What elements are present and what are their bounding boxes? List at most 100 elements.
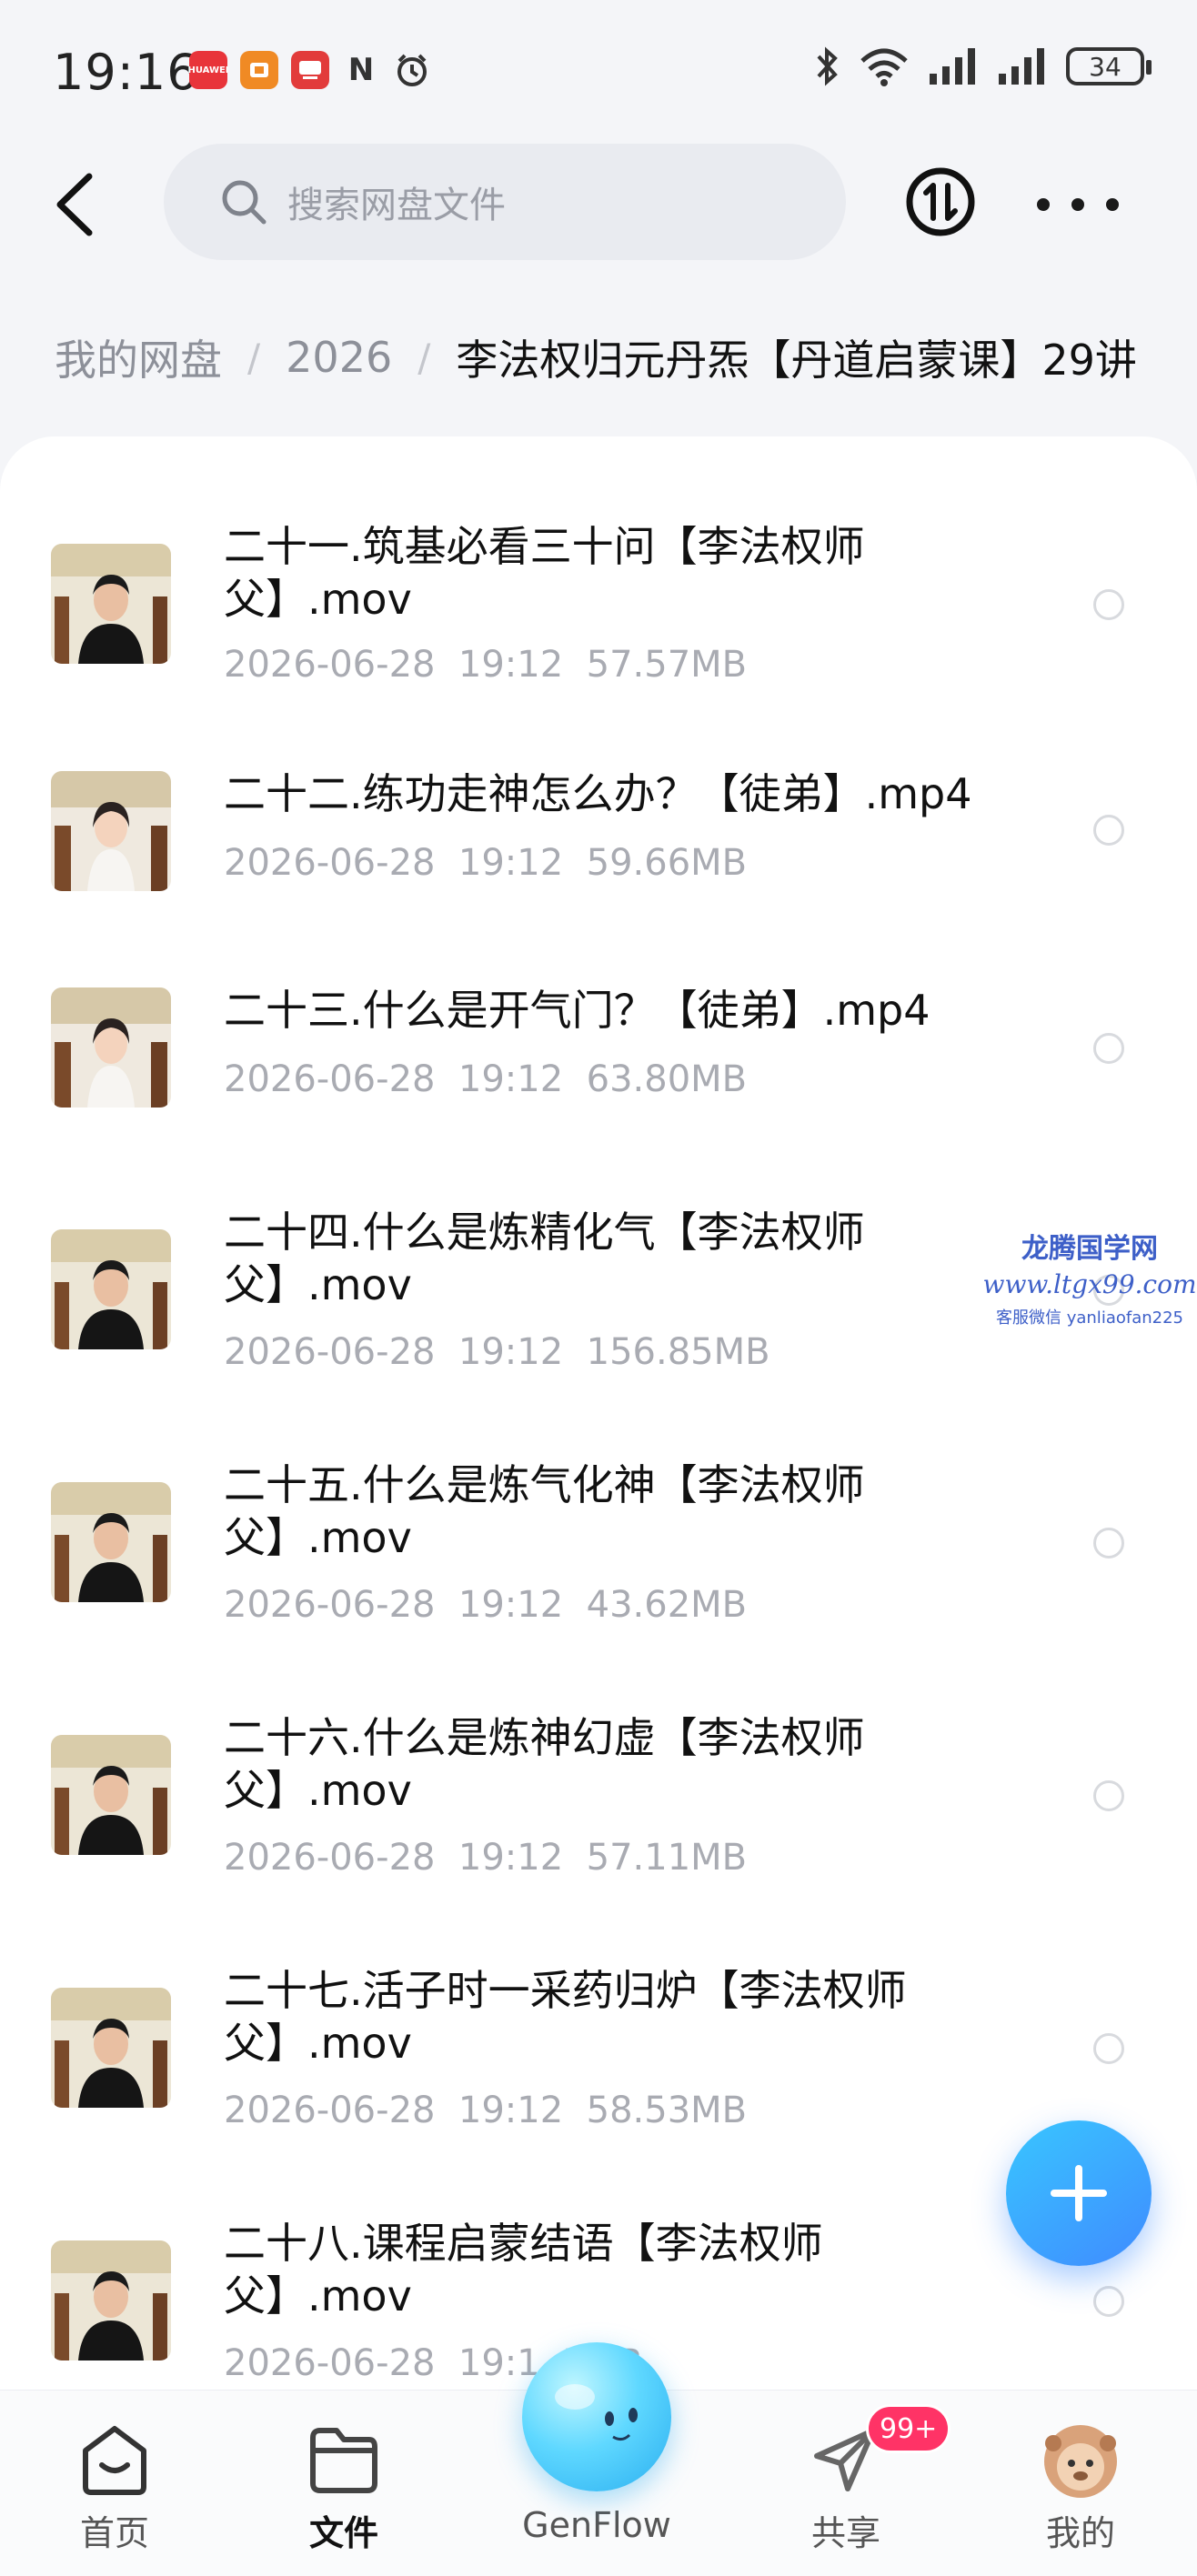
nav-label: GenFlow — [522, 2505, 671, 2545]
transfer-icon — [906, 167, 975, 236]
video-thumbnail — [51, 987, 171, 1108]
file-date: 2026-06-28 — [224, 1058, 436, 1100]
signal-icon — [930, 48, 975, 85]
genflow-button[interactable] — [522, 2342, 671, 2491]
file-date: 2026-06-28 — [224, 644, 436, 686]
file-date: 2026-06-28 — [224, 2342, 436, 2384]
alarm-icon — [393, 51, 431, 89]
search-placeholder: 搜索网盘文件 — [287, 185, 506, 226]
search-input[interactable]: 搜索网盘文件 — [164, 144, 846, 260]
signal-icon — [999, 48, 1044, 85]
add-button[interactable] — [1006, 2120, 1152, 2266]
file-date: 2026-06-28 — [224, 1584, 436, 1626]
file-size: 156.85MB — [586, 1331, 770, 1373]
status-indicators: 34 — [815, 45, 1152, 87]
more-dot-icon — [1106, 198, 1119, 211]
file-name: 二十三.什么是开气门？【徒弟】.mp4 — [224, 986, 930, 1035]
back-button[interactable] — [44, 164, 107, 246]
nav-label: 我的 — [1045, 2513, 1115, 2553]
nav-label: 共享 — [810, 2513, 880, 2553]
file-date: 2026-06-28 — [224, 1331, 436, 1373]
select-checkbox[interactable] — [1093, 2033, 1124, 2064]
avatar-icon — [1044, 2425, 1117, 2498]
file-meta: 2026-06-28 19:12 58.53MB — [224, 2090, 747, 2131]
bluetooth-icon — [817, 46, 838, 86]
status-app-icons: HUAWEI N — [187, 51, 431, 89]
nav-label: 文件 — [308, 2513, 378, 2553]
file-time: 19:12 — [458, 1837, 564, 1879]
file-meta: 2026-06-28 19:12 59.66MB — [224, 842, 747, 884]
file-name: 二十一.筑基必看三十问【李法权师父】.mov — [224, 522, 865, 624]
home-icon — [83, 2426, 146, 2495]
file-time: 19:12 — [458, 2090, 564, 2131]
file-name: 二十五.什么是炼气化神【李法权师父】.mov — [224, 1460, 865, 1562]
file-time: 19:12 — [458, 1331, 564, 1373]
select-checkbox[interactable] — [1093, 2286, 1124, 2317]
status-time: 19:16 — [53, 44, 199, 101]
video-thumbnail — [51, 1988, 171, 2108]
select-checkbox[interactable] — [1093, 1780, 1124, 1811]
file-name: 二十八.课程启蒙结语【李法权师父】.mov — [224, 2219, 823, 2320]
breadcrumb-item-year[interactable]: 2026 — [286, 333, 392, 382]
file-list: 二十一.筑基必看三十问【李法权师父】.mov 2026-06-28 19:12 5… — [0, 436, 1197, 2391]
folder-icon — [310, 2428, 377, 2493]
more-options-button[interactable] — [1037, 177, 1119, 232]
file-date: 2026-06-28 — [224, 842, 436, 884]
file-meta: 2026-06-28 19:12 63.80MB — [224, 1058, 747, 1100]
breadcrumb: 我的网盘 / 2026 / 李法权归元丹炁【丹道启蒙课】29讲 — [55, 327, 1137, 387]
video-thumbnail — [51, 1482, 171, 1602]
search-icon — [222, 180, 267, 225]
genflow-icon — [555, 2384, 638, 2441]
nav-item-files[interactable]: 文件 — [253, 2391, 435, 2576]
nav-item-me[interactable]: 我的 — [990, 2391, 1172, 2576]
file-size: 57.11MB — [586, 1837, 748, 1879]
watermark-title: 龙腾国学网 — [1021, 1233, 1158, 1265]
file-name: 二十二.练功走神怎么办？【徒弟】.mp4 — [224, 769, 972, 818]
video-thumbnail — [51, 1735, 171, 1855]
select-checkbox[interactable] — [1093, 1033, 1124, 1064]
chevron-left-icon — [56, 173, 93, 236]
video-thumbnail — [51, 2240, 171, 2360]
battery-indicator: 34 — [1066, 47, 1152, 85]
file-date: 2026-06-28 — [224, 1837, 436, 1879]
video-thumbnail — [51, 771, 171, 891]
more-dot-icon — [1071, 198, 1084, 211]
breadcrumb-current: 李法权归元丹炁【丹道启蒙课】29讲 — [456, 336, 1137, 385]
nav-label: 首页 — [79, 2513, 149, 2553]
nav-item-home[interactable]: 首页 — [24, 2391, 206, 2576]
file-meta: 2026-06-28 19:12 43.62MB — [224, 1584, 747, 1626]
watermark-contact: 客服微信 yanliaofan225 — [996, 1308, 1183, 1328]
select-checkbox[interactable] — [1093, 589, 1124, 620]
nfc-icon: N — [347, 52, 375, 88]
file-name: 二十六.什么是炼神幻虚【李法权师父】.mov — [224, 1713, 865, 1815]
tv-app-icon — [291, 51, 329, 89]
huawei-app-icon: HUAWEI — [187, 51, 229, 89]
file-time: 19:12 — [458, 644, 564, 686]
watermark: 龙腾国学网 www.ltgx99.com 客服微信 yanliaofan225 — [982, 1226, 1197, 1328]
file-meta: 2026-06-28 19:12 57.57MB — [224, 644, 747, 686]
file-size: 57.57MB — [586, 644, 748, 686]
file-size: 59.66MB — [586, 842, 748, 884]
video-thumbnail — [51, 1229, 171, 1349]
file-name: 二十七.活子时一采药归炉【李法权师父】.mov — [224, 1966, 907, 2068]
plus-icon — [1051, 2165, 1107, 2221]
transfer-button[interactable] — [904, 165, 977, 238]
wifi-icon — [860, 48, 908, 86]
file-time: 19:12 — [458, 1584, 564, 1626]
file-meta: 2026-06-28 19:12 156.85MB — [224, 1331, 770, 1373]
status-bar: 19:16 HUAWEI N 34 — [0, 0, 1197, 136]
file-time: 19:12 — [458, 842, 564, 884]
file-name: 二十四.什么是炼精化气【李法权师父】.mov — [224, 1208, 865, 1309]
file-meta: 2026-06-28 19:12 57.11MB — [224, 1837, 747, 1879]
breadcrumb-item-root[interactable]: 我的网盘 — [55, 327, 222, 387]
select-checkbox[interactable] — [1093, 815, 1124, 846]
select-checkbox[interactable] — [1093, 1528, 1124, 1559]
file-size: 58.53MB — [586, 2090, 748, 2131]
breadcrumb-separator: / — [417, 335, 431, 380]
file-size: 63.80MB — [586, 1058, 748, 1100]
file-size: 43.62MB — [586, 1584, 748, 1626]
file-time: 19:12 — [458, 1058, 564, 1100]
file-date: 2026-06-28 — [224, 2090, 436, 2131]
video-thumbnail — [51, 544, 171, 664]
share-badge: 99+ — [866, 2404, 951, 2453]
